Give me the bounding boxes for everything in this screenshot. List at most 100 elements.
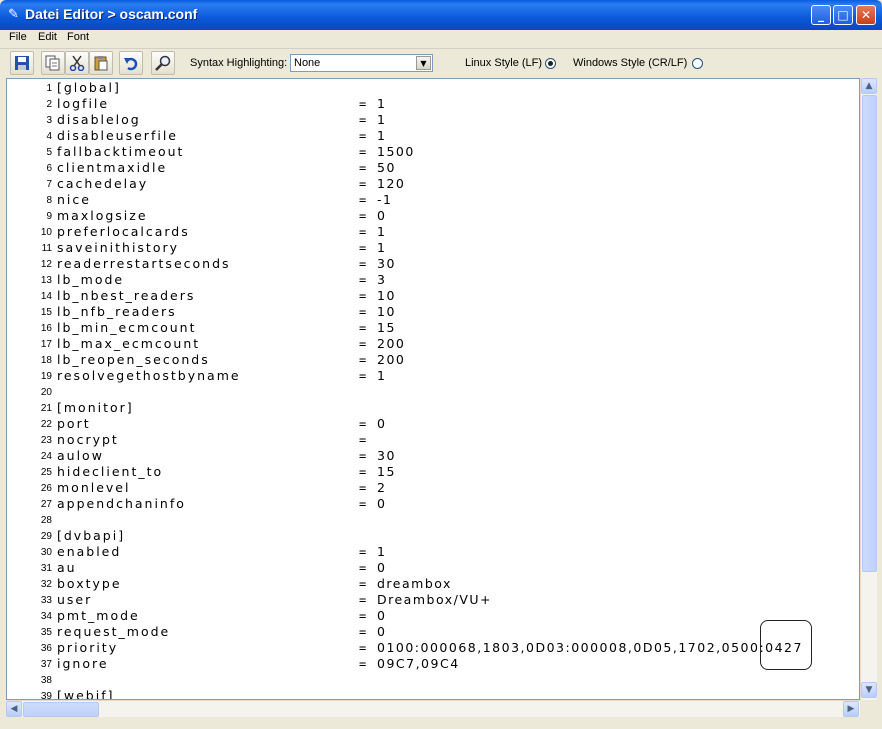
config-key: port xyxy=(57,416,91,431)
scroll-right-button[interactable]: ▶ xyxy=(843,701,859,717)
code-line: 29 [dvbapi] xyxy=(7,528,859,544)
close-icon: ✕ xyxy=(860,8,872,22)
scroll-left-button[interactable]: ◀ xyxy=(6,701,22,717)
config-key: lb_nbest_readers xyxy=(57,288,196,303)
vertical-scroll-thumb[interactable] xyxy=(862,95,877,572)
line-number: 7 xyxy=(46,179,52,190)
horizontal-scroll-thumb[interactable] xyxy=(23,702,99,717)
config-value: 2 xyxy=(377,480,387,495)
highlight-annotation xyxy=(760,620,812,670)
config-key: nice xyxy=(57,192,91,207)
minimize-button[interactable]: _ xyxy=(811,5,831,25)
save-button[interactable] xyxy=(10,51,34,75)
config-key: logfile xyxy=(57,96,110,111)
vertical-scrollbar[interactable]: ▲ ▼ xyxy=(860,78,877,700)
config-key: ignore xyxy=(57,656,109,671)
config-key: [monitor] xyxy=(57,400,134,415)
chevron-down-icon[interactable]: ▼ xyxy=(416,56,431,70)
equals-sign: = xyxy=(359,497,367,511)
code-line: 6 clientmaxidle = 50 xyxy=(7,160,859,176)
code-line: 33 user = Dreambox/VU+ xyxy=(7,592,859,608)
scroll-up-button[interactable]: ▲ xyxy=(861,78,877,94)
code-line: 38 xyxy=(7,672,859,688)
maximize-icon: □ xyxy=(837,8,849,22)
scroll-down-button[interactable]: ▼ xyxy=(861,682,877,698)
line-number: 14 xyxy=(40,291,52,302)
equals-sign: = xyxy=(359,481,367,495)
config-value: Dreambox/VU+ xyxy=(377,592,492,607)
search-button[interactable] xyxy=(151,51,175,75)
config-key: boxtype xyxy=(57,576,122,591)
window-title: Datei Editor > oscam.conf xyxy=(25,6,198,22)
chevron-down-icon: ▼ xyxy=(865,685,873,695)
menu-file[interactable]: File xyxy=(9,31,27,43)
code-line: 1 [global] xyxy=(7,80,859,96)
line-number: 23 xyxy=(40,435,52,446)
line-number: 36 xyxy=(40,643,52,654)
line-number: 5 xyxy=(46,147,52,158)
config-value: 1 xyxy=(377,368,387,383)
config-value: 30 xyxy=(377,448,396,463)
undo-button[interactable] xyxy=(119,51,143,75)
code-line: 31 au = 0 xyxy=(7,560,859,576)
copy-button[interactable] xyxy=(41,51,65,75)
equals-sign: = xyxy=(359,593,367,607)
line-number: 39 xyxy=(40,691,52,700)
line-number: 11 xyxy=(41,243,52,254)
code-line: 19 resolvegethostbyname = 1 xyxy=(7,368,859,384)
config-value: 1 xyxy=(377,96,387,111)
title-bar: ✎ Datei Editor > oscam.conf _ □ ✕ xyxy=(0,0,882,30)
close-button[interactable]: ✕ xyxy=(856,5,876,25)
code-line: 32 boxtype = dreambox xyxy=(7,576,859,592)
code-line: 2 logfile = 1 xyxy=(7,96,859,112)
line-number: 32 xyxy=(40,579,52,590)
config-key: appendchaninfo xyxy=(57,496,186,511)
text-editor[interactable]: 1 [global] 2 logfile = 1 3 disablelog = 1 4 disable… xyxy=(6,78,860,700)
equals-sign: = xyxy=(359,177,367,191)
equals-sign: = xyxy=(359,113,367,127)
config-value: dreambox xyxy=(377,576,452,591)
equals-sign: = xyxy=(359,305,367,319)
equals-sign: = xyxy=(359,369,367,383)
save-icon xyxy=(15,56,29,70)
config-key: lb_min_ecmcount xyxy=(57,320,197,335)
equals-sign: = xyxy=(359,353,367,367)
config-key: pmt_mode xyxy=(57,608,140,623)
code-line: 20 xyxy=(7,384,859,400)
syntax-highlighting-select[interactable]: None ▼ xyxy=(290,54,433,72)
config-value: 1500 xyxy=(377,144,415,159)
minimize-icon: _ xyxy=(818,8,824,22)
clipboard-icon xyxy=(94,56,108,71)
config-value: 1 xyxy=(377,224,387,239)
config-value: 30 xyxy=(377,256,396,271)
menu-font[interactable]: Font xyxy=(67,31,89,43)
equals-sign: = xyxy=(359,577,367,591)
cut-button[interactable] xyxy=(65,51,89,75)
config-key: enabled xyxy=(57,544,122,559)
code-line: 12 readerrestartseconds = 30 xyxy=(7,256,859,272)
equals-sign: = xyxy=(359,433,367,447)
maximize-button[interactable]: □ xyxy=(833,5,853,25)
config-value: 50 xyxy=(377,160,396,175)
horizontal-scrollbar[interactable]: ◀ ▶ xyxy=(6,700,860,717)
config-value: -1 xyxy=(377,192,393,207)
config-key: lb_mode xyxy=(57,272,125,287)
linux-style-radio[interactable] xyxy=(545,58,556,69)
config-value: 0100:000068,1803,0D03:000008,0D05,1702,0… xyxy=(377,640,803,655)
code-line: 13 lb_mode = 3 xyxy=(7,272,859,288)
equals-sign: = xyxy=(359,657,367,671)
code-line: 34 pmt_mode = 0 xyxy=(7,608,859,624)
status-bar xyxy=(0,717,882,729)
line-number: 13 xyxy=(40,275,52,286)
config-value: 10 xyxy=(377,288,396,303)
toolbar: Syntax Highlighting: Linux Style (LF) Wi… xyxy=(0,49,882,77)
config-key: clientmaxidle xyxy=(57,160,168,175)
code-line: 21 [monitor] xyxy=(7,400,859,416)
equals-sign: = xyxy=(359,417,367,431)
paste-button[interactable] xyxy=(89,51,113,75)
code-line: 17 lb_max_ecmcount = 200 xyxy=(7,336,859,352)
windows-style-radio[interactable] xyxy=(692,58,703,69)
menu-edit[interactable]: Edit xyxy=(38,31,57,43)
line-number: 26 xyxy=(40,483,52,494)
equals-sign: = xyxy=(359,257,367,271)
